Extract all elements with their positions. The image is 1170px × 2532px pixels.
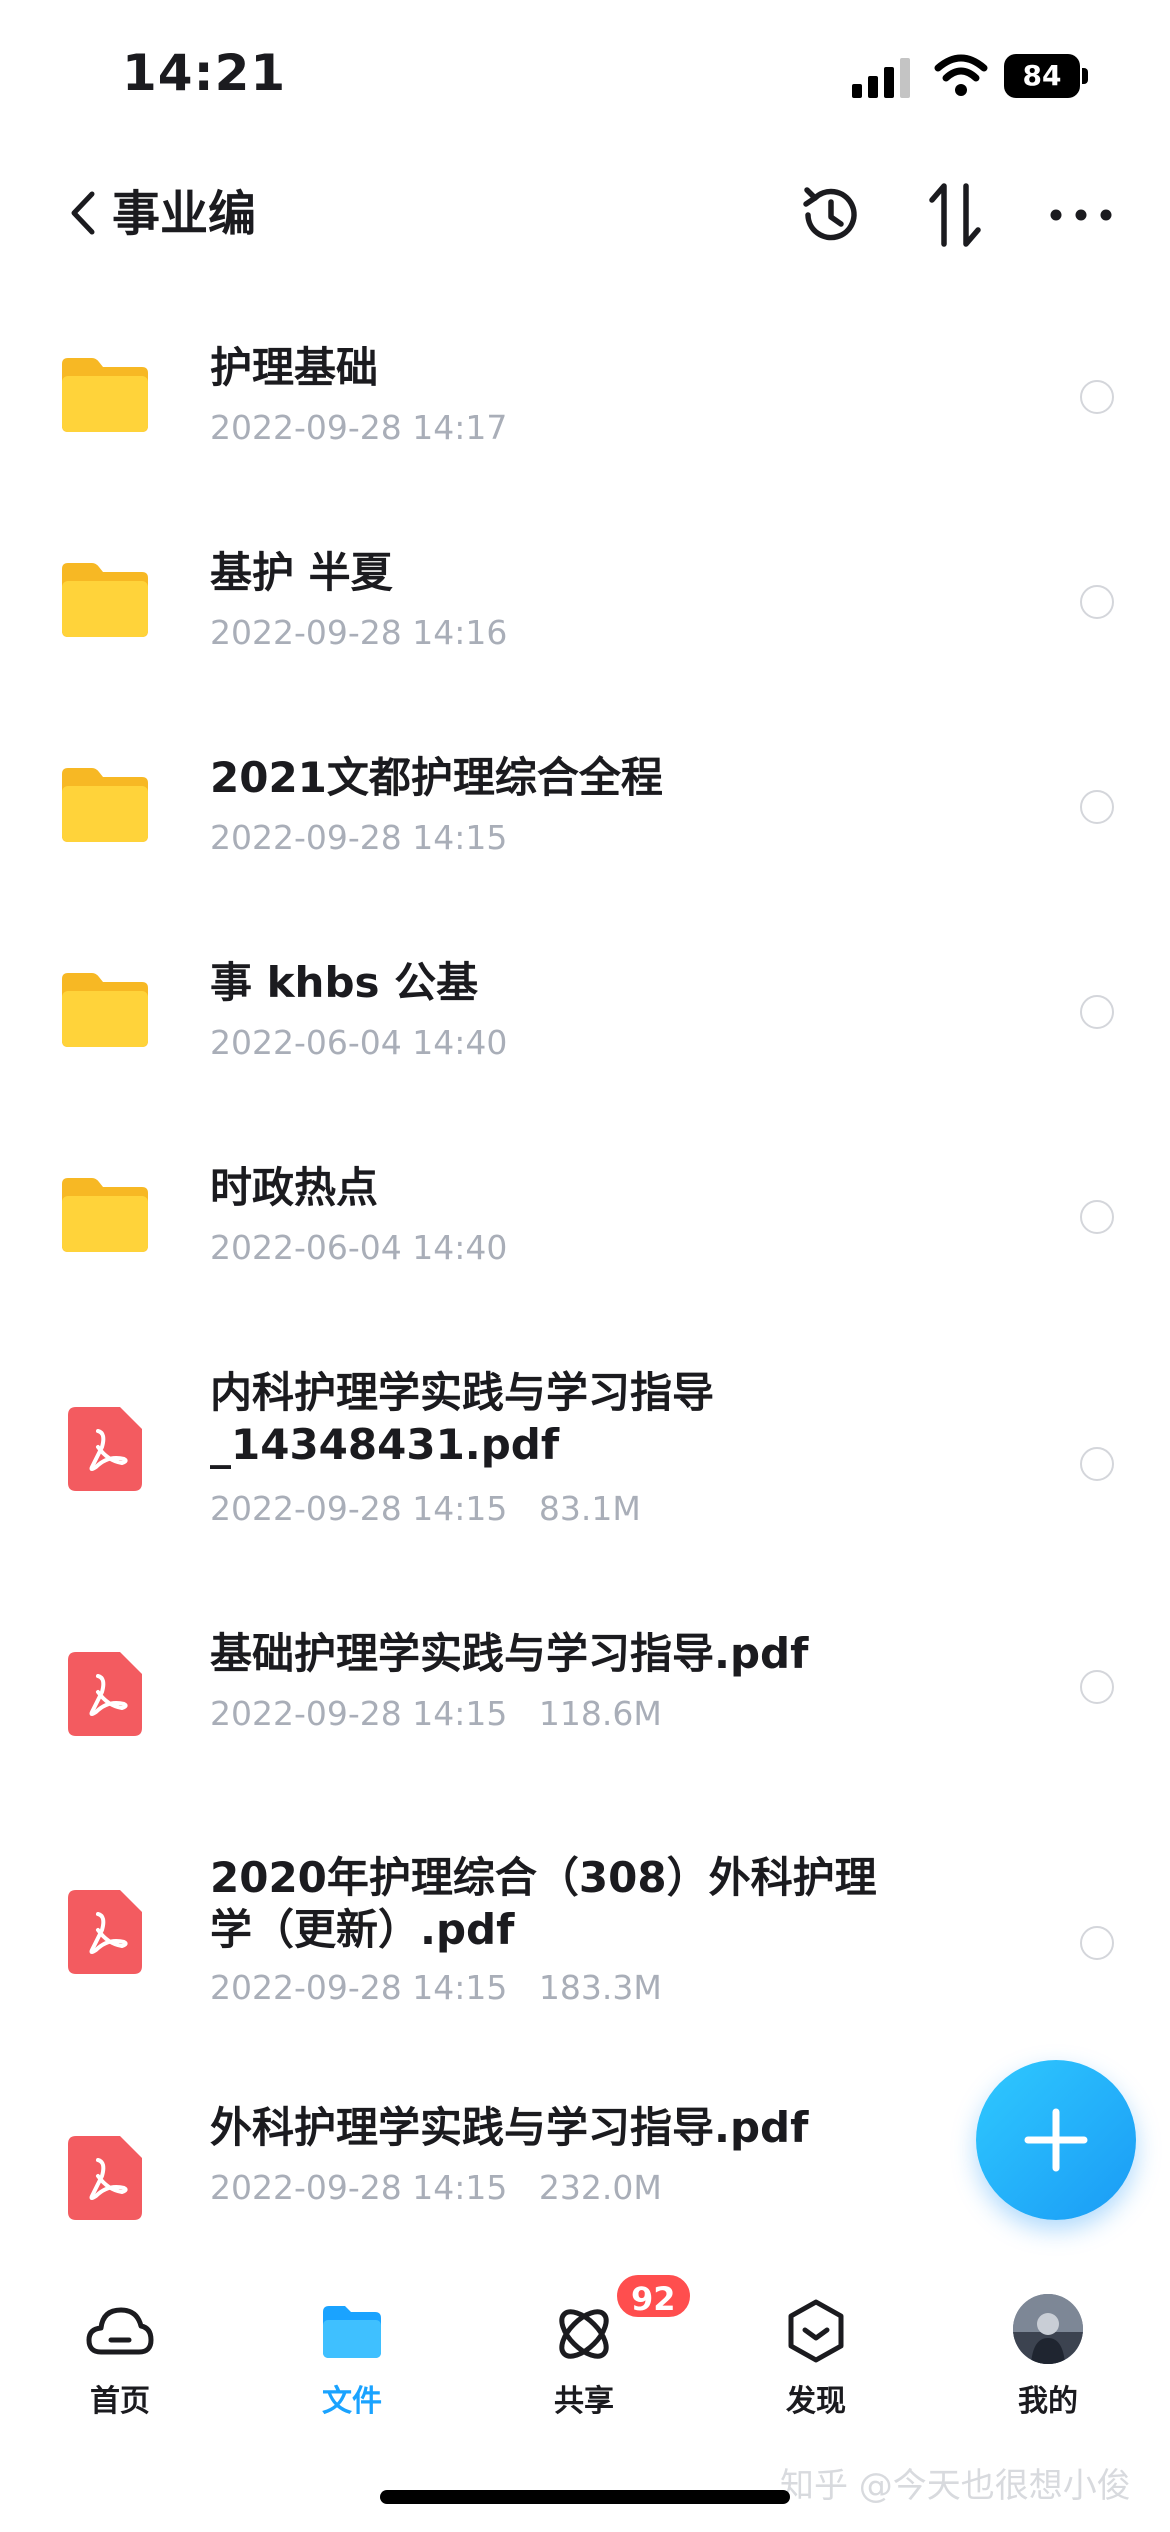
status-time: 14:21 xyxy=(122,44,287,102)
folder-icon xyxy=(62,768,148,842)
file-name: 事 khbs 公基 xyxy=(210,958,479,1007)
notification-badge: 92 xyxy=(614,2272,693,2320)
cellular-signal-icon xyxy=(852,58,910,98)
wifi-icon xyxy=(934,54,988,96)
file-meta: 2022-09-28 14:15 118.6M xyxy=(210,1694,662,1734)
pdf-file-icon xyxy=(68,2136,142,2220)
file-name: 外科护理学实践与学习指导.pdf xyxy=(210,2103,809,2152)
battery-icon: 84 xyxy=(1004,54,1088,98)
home-indicator xyxy=(380,2490,790,2504)
discover-cube-icon xyxy=(788,2299,844,2363)
tab-share[interactable]: 92 共享 xyxy=(494,2270,693,2430)
file-name: 2021文都护理综合全程 xyxy=(210,753,663,802)
bottom-tab-bar: 首页 文件 92 共享 发现 我的 xyxy=(0,2270,1170,2450)
file-date: 2022-09-28 14:17 xyxy=(210,408,508,447)
file-name: 基护 半夏 xyxy=(210,548,393,597)
share-orbit-icon xyxy=(559,2309,609,2359)
cloud-icon xyxy=(86,2307,154,2355)
watermark: 知乎 @今天也很想小俊 xyxy=(780,2466,1131,2506)
file-size: 83.1M xyxy=(538,1489,641,1528)
back-chevron-icon[interactable] xyxy=(60,178,110,248)
select-checkbox[interactable] xyxy=(1080,790,1114,824)
tab-me[interactable]: 我的 xyxy=(958,2270,1138,2430)
tab-label: 我的 xyxy=(1018,2384,1078,2419)
file-row[interactable]: 内科护理学实践与学习指导_14348431.pdf 2022-09-28 14:… xyxy=(0,1355,1170,1595)
folder-icon xyxy=(323,2306,381,2358)
file-row[interactable]: 时政热点 2022-06-04 14:40 xyxy=(0,1150,1170,1330)
plus-icon xyxy=(1024,2108,1088,2172)
file-meta: 2022-09-28 14:15 83.1M xyxy=(210,1489,641,1529)
pdf-file-icon xyxy=(68,1652,142,1736)
folder-icon xyxy=(62,973,148,1047)
file-size: 232.0M xyxy=(538,2168,662,2207)
file-row[interactable]: 基础护理学实践与学习指导.pdf 2022-09-28 14:15 118.6M xyxy=(0,1618,1170,1818)
tab-label: 发现 xyxy=(786,2384,846,2419)
folder-icon xyxy=(62,358,148,432)
folder-icon xyxy=(62,1178,148,1252)
file-meta: 2022-09-28 14:15 183.3M xyxy=(210,1968,662,2008)
tab-label: 共享 xyxy=(554,2384,614,2419)
tab-label: 首页 xyxy=(90,2384,150,2419)
page-title: 事业编 xyxy=(112,186,257,242)
pdf-file-icon xyxy=(68,1890,142,1974)
nav-header: 事业编 xyxy=(0,160,1170,270)
battery-level: 84 xyxy=(1004,54,1080,98)
file-name: 时政热点 xyxy=(210,1163,379,1212)
file-row[interactable]: 2021文都护理综合全程 2022-09-28 14:15 xyxy=(0,740,1170,920)
select-checkbox[interactable] xyxy=(1080,1926,1114,1960)
select-checkbox[interactable] xyxy=(1080,1447,1114,1481)
file-size: 118.6M xyxy=(538,1694,662,1733)
file-date: 2022-09-28 14:15 xyxy=(210,2168,508,2207)
tab-home[interactable]: 首页 xyxy=(30,2270,210,2430)
file-meta: 2022-09-28 14:15 232.0M xyxy=(210,2168,662,2208)
file-date: 2022-06-04 14:40 xyxy=(210,1228,508,1267)
select-checkbox[interactable] xyxy=(1080,1670,1114,1704)
sort-icon[interactable] xyxy=(922,178,988,252)
file-date: 2022-09-28 14:15 xyxy=(210,818,508,857)
file-size: 183.3M xyxy=(538,1968,662,2007)
file-date: 2022-09-28 14:15 xyxy=(210,1968,508,2007)
file-date: 2022-09-28 14:15 xyxy=(210,1694,508,1733)
select-checkbox[interactable] xyxy=(1080,585,1114,619)
more-options-icon[interactable] xyxy=(1046,190,1116,240)
select-checkbox[interactable] xyxy=(1080,1200,1114,1234)
add-button[interactable] xyxy=(976,2060,1136,2220)
file-name: 内科护理学实践与学习指导_14348431.pdf xyxy=(210,1368,715,1469)
folder-icon xyxy=(62,563,148,637)
file-date: 2022-06-04 14:40 xyxy=(210,1023,508,1062)
select-checkbox[interactable] xyxy=(1080,995,1114,1029)
file-name: 2020年护理综合（308）外科护理学（更新）.pdf xyxy=(210,1853,877,1954)
tab-files[interactable]: 文件 xyxy=(262,2270,442,2430)
tab-label: 文件 xyxy=(322,2384,382,2419)
file-row[interactable]: 基护 半夏 2022-09-28 14:16 xyxy=(0,535,1170,715)
history-icon[interactable] xyxy=(796,180,866,250)
file-row[interactable]: 事 khbs 公基 2022-06-04 14:40 xyxy=(0,945,1170,1125)
file-name: 护理基础 xyxy=(210,343,379,392)
file-date: 2022-09-28 14:16 xyxy=(210,613,508,652)
file-name: 基础护理学实践与学习指导.pdf xyxy=(210,1629,809,1678)
file-row[interactable]: 护理基础 2022-09-28 14:17 xyxy=(0,330,1170,510)
file-row[interactable]: 2020年护理综合（308）外科护理学（更新）.pdf 2022-09-28 1… xyxy=(0,1842,1170,2082)
status-bar: 14:21 84 xyxy=(0,0,1170,140)
select-checkbox[interactable] xyxy=(1080,380,1114,414)
avatar xyxy=(1013,2294,1083,2364)
file-date: 2022-09-28 14:15 xyxy=(210,1489,508,1528)
tab-discover[interactable]: 发现 xyxy=(726,2270,906,2430)
pdf-file-icon xyxy=(68,1407,142,1491)
